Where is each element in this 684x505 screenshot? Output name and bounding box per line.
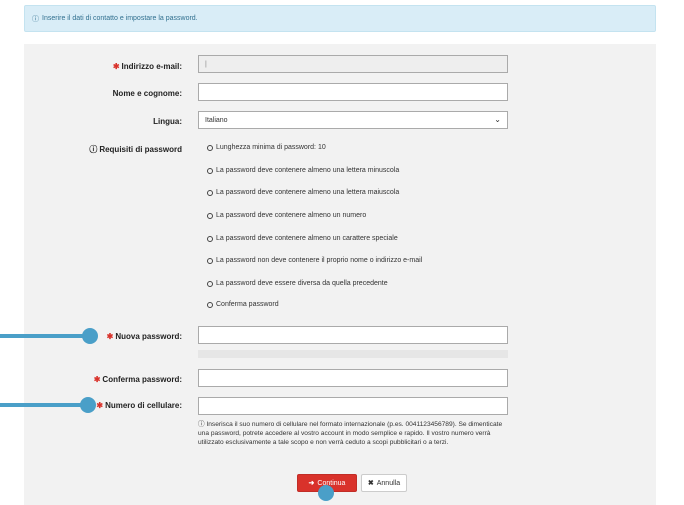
name-field[interactable] — [198, 83, 508, 101]
circle-icon — [207, 235, 213, 242]
cancel-button[interactable]: ✖ Annulla — [361, 474, 407, 492]
banner-text: Inserire il dati di contatto e impostare… — [42, 15, 198, 22]
annotation-line — [0, 403, 90, 407]
annotation-marker — [318, 485, 334, 501]
annotation-line — [0, 334, 90, 338]
close-icon: ✖ — [367, 480, 374, 487]
name-label: Nome e cognome: — [112, 89, 182, 98]
requirement-item: La password non deve contenere il propri… — [207, 257, 422, 264]
requirement-item: La password deve essere diversa da quell… — [207, 280, 388, 287]
requirement-item: La password deve contenere almeno un num… — [207, 212, 366, 219]
required-asterisk-icon: ✱ — [96, 401, 104, 410]
mobile-field[interactable] — [198, 397, 508, 415]
new-password-field[interactable] — [198, 326, 508, 344]
confirm-password-label: ✱ Conferma password: — [93, 375, 182, 384]
circle-icon — [207, 144, 213, 151]
confirm-password-field[interactable] — [198, 369, 508, 387]
language-label: Lingua: — [153, 117, 182, 126]
requirement-item: La password deve contenere almeno un car… — [207, 235, 398, 242]
email-label: ✱ Indirizzo e-mail: — [112, 62, 182, 71]
info-circle-icon: ⓘ — [32, 15, 39, 23]
info-banner: ⓘ Inserire il dati di contatto e imposta… — [24, 5, 656, 32]
email-field: | — [198, 55, 508, 73]
circle-icon — [207, 257, 213, 264]
required-asterisk-icon: ✱ — [106, 332, 114, 341]
requirement-item: Lunghezza minima di password: 10 — [207, 144, 326, 151]
password-strength-bar — [198, 350, 508, 358]
chevron-down-icon: ⌄ — [494, 115, 501, 124]
required-asterisk-icon: ✱ — [112, 62, 120, 71]
new-password-label: ✱ Nuova password: — [106, 332, 182, 341]
circle-icon — [207, 167, 213, 174]
requirement-item: Conferma password — [207, 301, 279, 308]
requirement-item: La password deve contenere almeno una le… — [207, 189, 399, 196]
annotation-marker — [80, 397, 96, 413]
arrow-right-icon: ➜ — [308, 480, 315, 487]
requirements-label: ⓘ Requisiti di password — [89, 145, 182, 154]
requirement-item: La password deve contenere almeno una le… — [207, 167, 399, 174]
circle-icon — [207, 280, 213, 287]
circle-icon — [207, 212, 213, 219]
circle-icon — [207, 189, 213, 196]
mobile-label: ✱ Numero di cellulare: — [96, 401, 182, 410]
circle-icon — [207, 301, 213, 308]
language-select[interactable]: Italiano ⌄ — [198, 111, 508, 129]
annotation-marker — [82, 328, 98, 344]
info-circle-icon: ⓘ — [89, 145, 98, 154]
mobile-help-text: ⓘ Inserisca il suo numero di cellulare n… — [198, 421, 503, 446]
required-asterisk-icon: ✱ — [93, 375, 101, 384]
